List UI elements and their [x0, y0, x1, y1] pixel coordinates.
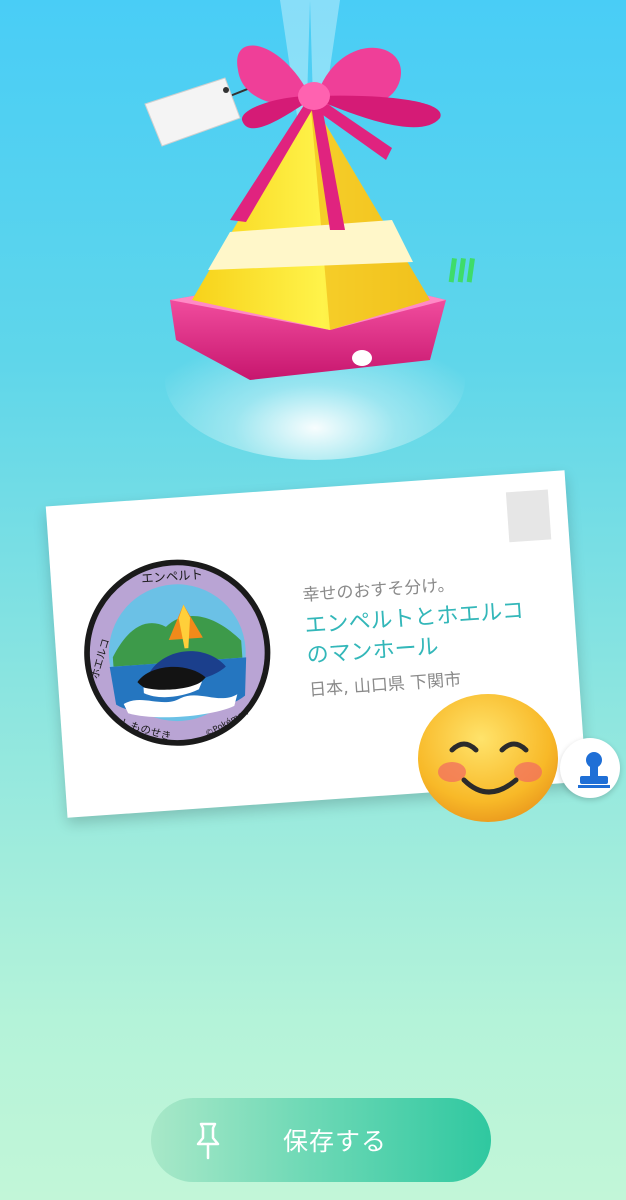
manhole-cover-image: エンペルト ホエルコ しものせき ©Pokémon	[76, 551, 279, 754]
postcard-text: 幸せのおすそ分け。 エンペルトとホエルコのマンホール 日本, 山口県 下関市	[302, 564, 550, 700]
gift-box-icon	[144, 0, 475, 460]
gift-box[interactable]	[130, 0, 490, 470]
postcard-title: エンペルトとホエルコのマンホール	[303, 598, 525, 669]
save-button[interactable]: 保存する	[151, 1098, 491, 1182]
smiling-face-emoji	[416, 692, 560, 824]
save-button-label: 保存する	[282, 1127, 387, 1156]
stamp-button[interactable]	[560, 738, 620, 798]
pin-icon	[196, 1122, 220, 1160]
stamp-slot	[505, 489, 552, 543]
stamp-icon	[578, 752, 610, 788]
